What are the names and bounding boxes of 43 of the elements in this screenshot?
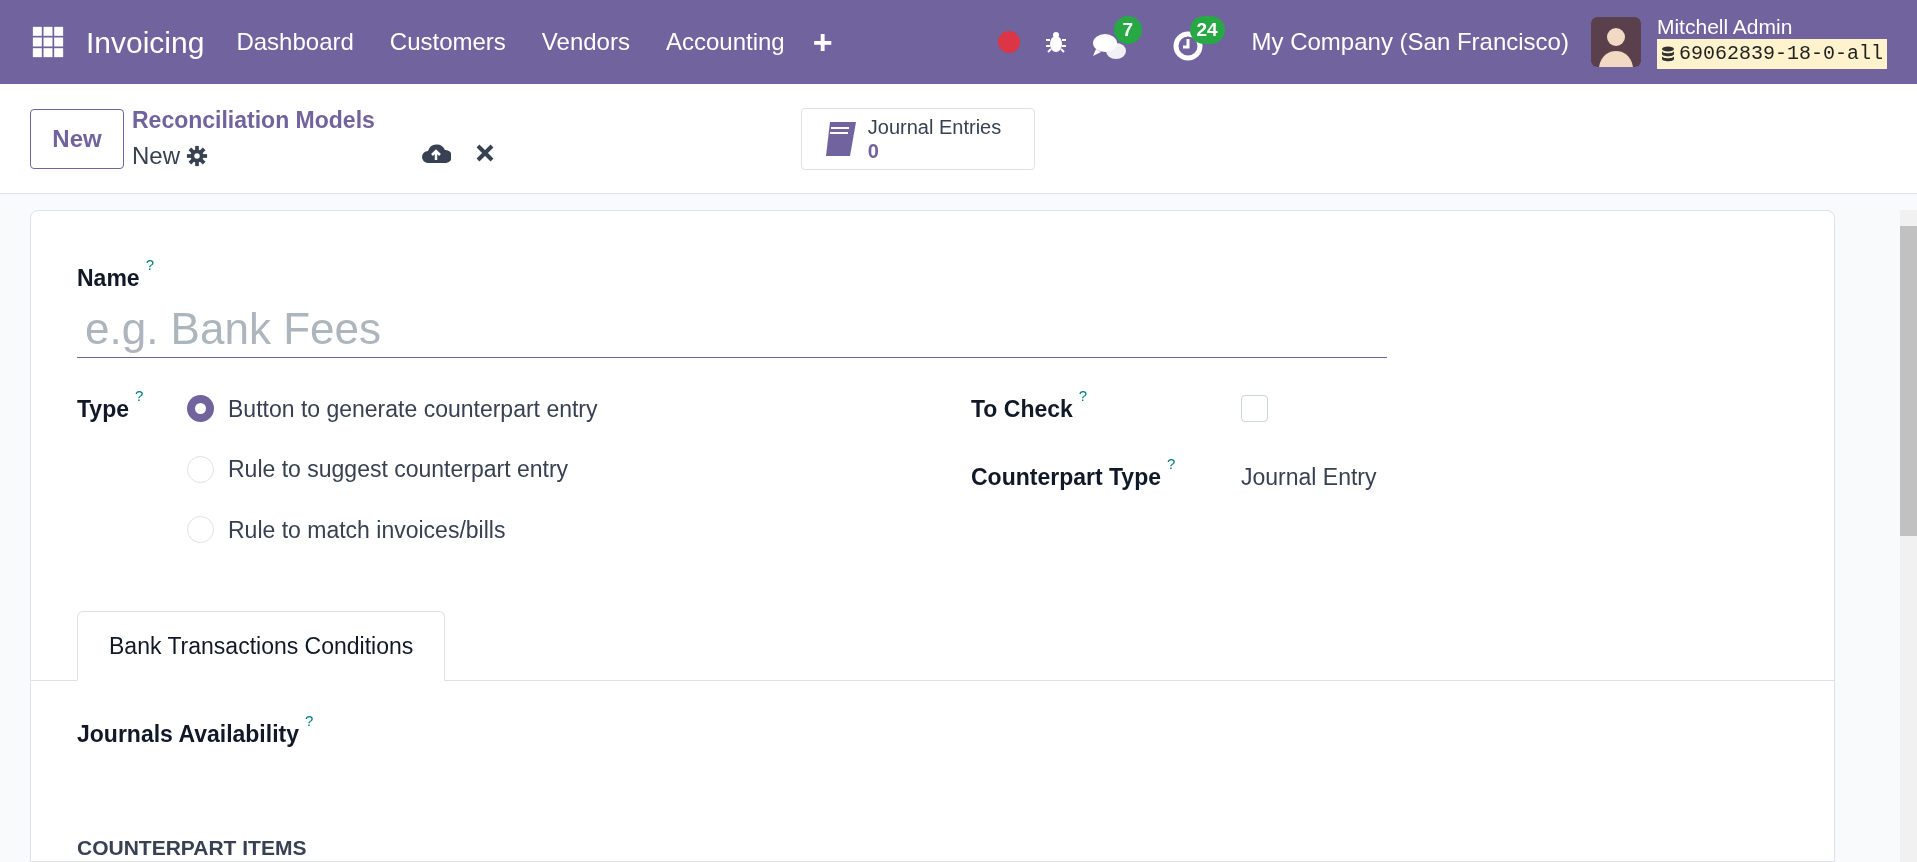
notebook-tab[interactable]: Bank Transactions Conditions xyxy=(77,611,446,681)
help-tooltip-mark[interactable]: ? xyxy=(1078,387,1088,403)
activities-count-badge: 24 xyxy=(1189,16,1225,44)
record-title: New xyxy=(132,140,180,171)
help-tooltip-mark[interactable]: ? xyxy=(305,713,314,728)
radio-button[interactable] xyxy=(187,395,214,423)
to-check-checkbox[interactable] xyxy=(1241,395,1268,423)
messages-count-badge: 7 xyxy=(1113,16,1143,44)
field-label: Type xyxy=(77,394,129,424)
menu-item[interactable]: Accounting xyxy=(647,24,803,60)
database-icon xyxy=(1660,46,1675,62)
breadcrumb-link[interactable]: Reconciliation Models xyxy=(132,103,375,138)
menu-item[interactable]: Vendors xyxy=(523,24,648,60)
field-label: Journals Availability xyxy=(77,720,299,749)
cloud-upload-icon[interactable] xyxy=(420,141,451,165)
field-label: Name xyxy=(77,264,140,293)
help-tooltip-mark[interactable]: ? xyxy=(135,387,144,403)
gear-icon[interactable] xyxy=(186,144,208,167)
journal-entries-button[interactable]: Journal Entries 0 xyxy=(800,107,1035,170)
user-name[interactable]: Mitchell Admin xyxy=(1656,15,1887,39)
counterpart-type-value[interactable]: Journal Entry xyxy=(1241,460,1377,495)
radio-option-label[interactable]: Rule to suggest counterpart entry xyxy=(228,452,569,487)
field-label: Counterpart Type xyxy=(971,463,1161,492)
company-switcher[interactable]: My Company (San Francisco) xyxy=(1251,24,1569,60)
bug-icon[interactable] xyxy=(1043,30,1068,54)
smart-button-value: 0 xyxy=(867,138,879,163)
name-input-field[interactable]: e.g. Bank Fees xyxy=(77,301,1387,358)
help-tooltip-mark[interactable]: ? xyxy=(1167,456,1176,471)
app-grid-icon[interactable] xyxy=(32,26,64,58)
field-label: To Check xyxy=(971,394,1073,424)
smart-button-label: Journal Entries xyxy=(867,114,1002,139)
section-title: COUNTERPART ITEMS xyxy=(77,831,1788,862)
help-tooltip-mark[interactable]: ? xyxy=(145,257,154,272)
radio-option-label[interactable]: Button to generate counterpart entry xyxy=(228,391,598,426)
close-icon[interactable] xyxy=(474,143,495,163)
radio-option-label[interactable]: Rule to match invoices/bills xyxy=(228,512,506,547)
menu-item[interactable]: Customers xyxy=(371,24,524,60)
app-name[interactable]: Invoicing xyxy=(86,19,205,65)
new-button[interactable]: New xyxy=(30,108,124,169)
menu-item[interactable]: Dashboard xyxy=(218,24,372,60)
user-avatar[interactable] xyxy=(1590,17,1641,67)
add-menu-button[interactable]: + xyxy=(812,25,833,59)
database-name: 69062839-18-0-all xyxy=(1678,41,1883,67)
